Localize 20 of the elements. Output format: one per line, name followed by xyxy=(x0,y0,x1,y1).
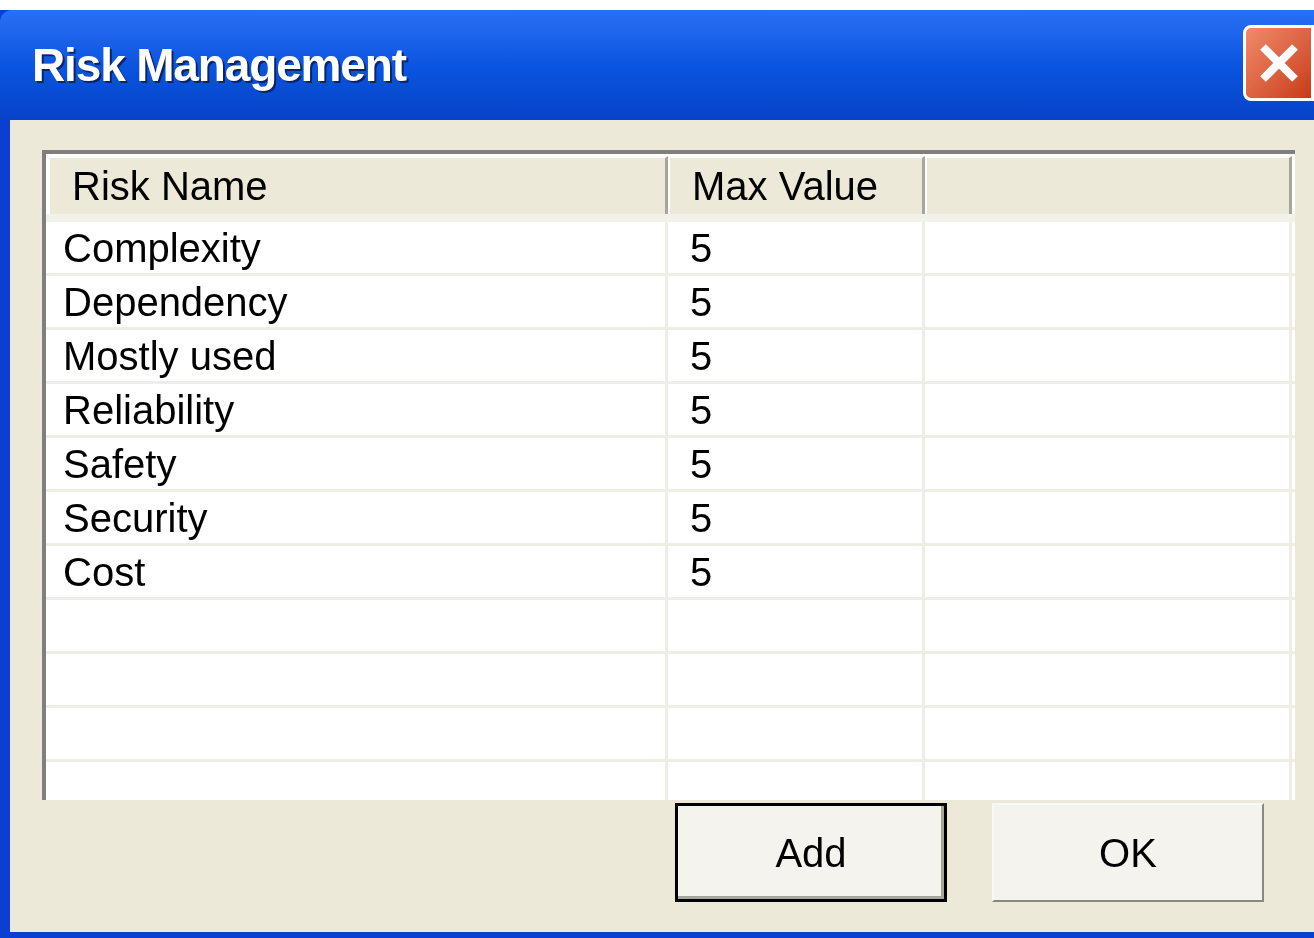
table-cell-text: Safety xyxy=(63,440,177,488)
table-cell-text: Security xyxy=(63,494,208,542)
table-cell-text: 5 xyxy=(690,548,713,596)
table-cell-text: Cost xyxy=(63,548,146,596)
dialog-button[interactable]: OK xyxy=(992,803,1264,902)
column-header[interactable]: Max Value xyxy=(668,156,925,214)
table-cell-text: 5 xyxy=(690,278,713,326)
table-cell-text: Dependency xyxy=(63,278,288,326)
table-cell-text: Reliability xyxy=(63,386,235,434)
table-cell-text: Mostly used xyxy=(63,332,277,380)
table-cell-text: Complexity xyxy=(63,224,261,272)
close-button[interactable] xyxy=(1243,25,1314,101)
dialog-button[interactable]: Add xyxy=(675,803,947,902)
table-cell-text: 5 xyxy=(690,224,713,272)
table-cell-text: 5 xyxy=(690,386,713,434)
table-cell-text: 5 xyxy=(690,494,713,542)
table-cell-text: 5 xyxy=(690,440,713,488)
table-cell-text: 5 xyxy=(690,332,713,380)
column-header[interactable]: Risk Name xyxy=(48,156,668,214)
window-title: Risk Management xyxy=(32,37,406,93)
